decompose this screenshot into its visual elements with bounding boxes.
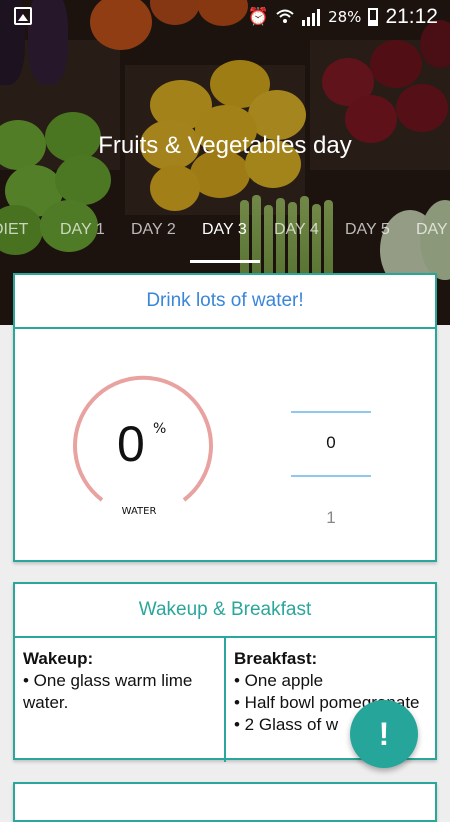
battery-percent: 28%	[328, 8, 362, 26]
tab-day-3[interactable]: DAY 3	[202, 218, 247, 264]
alarm-icon: ⏰	[247, 7, 270, 27]
next-meal-card	[13, 782, 437, 822]
water-percent-value: 0	[117, 416, 145, 472]
breakfast-item: • One apple	[234, 671, 324, 690]
glass-count-picker[interactable]: 0 1	[291, 355, 373, 527]
alert-fab-button[interactable]: !	[350, 700, 418, 768]
tab-indicator	[190, 260, 260, 263]
gauge-arc	[73, 375, 213, 502]
water-card: Drink lots of water! 0 % WATER 0 1	[13, 273, 437, 562]
wakeup-title: Wakeup:	[23, 649, 94, 668]
water-gauge-label: WATER	[121, 506, 157, 515]
picker-top-divider	[291, 411, 371, 413]
tab-day-5[interactable]: DAY 5	[345, 218, 390, 264]
water-percent-sign: %	[153, 421, 167, 437]
wifi-icon	[276, 9, 294, 23]
water-gauge[interactable]: 0 % WATER	[65, 375, 225, 515]
wakeup-column: Wakeup: • One glass warm lime water.	[15, 638, 226, 762]
picker-current-value: 0	[326, 433, 336, 452]
tab-diet[interactable]: DIET	[0, 218, 28, 264]
tab-day-2[interactable]: DAY 2	[131, 218, 176, 264]
picker-bottom-divider	[291, 475, 371, 477]
status-bar: ⏰ 28% 21:12	[0, 0, 450, 34]
tab-day-1[interactable]: DAY 1	[60, 218, 105, 264]
day-tabs: DIET DAY 1 DAY 2 DAY 3 DAY 4 DAY 5 DAY 6	[0, 218, 450, 264]
signal-icon	[302, 9, 321, 26]
wakeup-item: • One glass warm lime water.	[23, 671, 193, 712]
clock-time: 21:12	[385, 5, 438, 28]
breakfast-title: Breakfast:	[234, 649, 318, 668]
page-title: Fruits & Vegetables day	[98, 132, 352, 159]
meal-card-title: Wakeup & Breakfast	[15, 584, 435, 638]
water-card-title: Drink lots of water!	[15, 275, 435, 329]
gallery-icon	[14, 7, 32, 25]
tab-day-4[interactable]: DAY 4	[274, 218, 319, 264]
battery-icon	[368, 8, 379, 26]
tab-day-6[interactable]: DAY 6	[416, 218, 450, 264]
picker-next-value: 1	[326, 508, 336, 527]
